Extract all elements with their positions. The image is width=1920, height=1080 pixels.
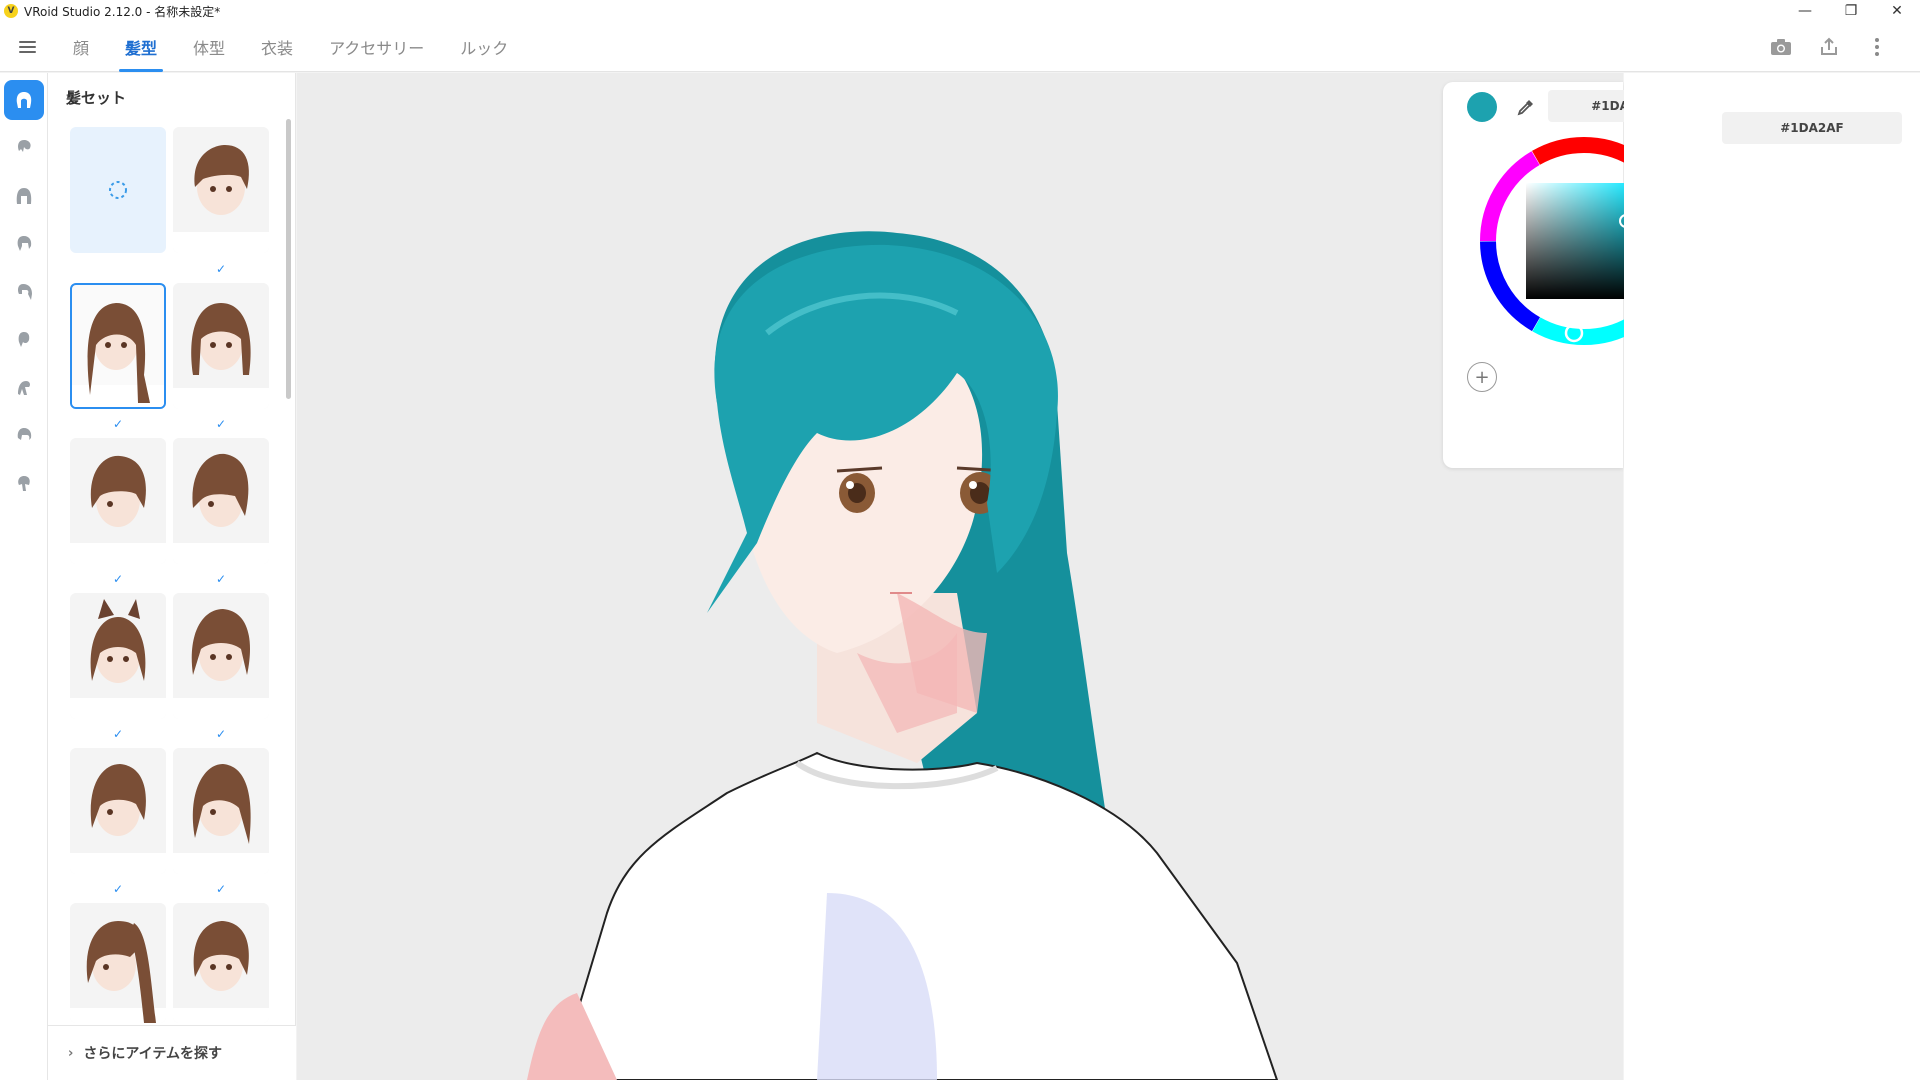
tab-face[interactable]: 顔 — [55, 22, 107, 72]
hair-set-item[interactable] — [173, 283, 269, 409]
side-hair-icon — [17, 236, 32, 251]
hair-set-item[interactable] — [173, 127, 269, 253]
rail-item-hair-set[interactable] — [4, 80, 44, 120]
hair-preview-wavy — [173, 764, 269, 874]
app-logo-icon: V — [4, 4, 18, 18]
owned-check-icon: ✓ — [112, 417, 124, 431]
hair-category-rail — [0, 73, 48, 1080]
title-bar: V VRoid Studio 2.12.0 - 名称未設定* — ❐ ✕ — [0, 0, 1920, 22]
add-color-button[interactable]: + — [1467, 362, 1497, 392]
hair-preview-messy — [70, 455, 166, 564]
owned-check-icon: ✓ — [112, 727, 124, 741]
category-tabs: 顔 髪型 体型 衣装 アクセサリー ルック — [55, 22, 526, 72]
eyedropper-button[interactable] — [1511, 92, 1541, 122]
front-hair-icon — [18, 140, 31, 152]
export-icon — [1821, 37, 1837, 55]
menu-button[interactable] — [0, 22, 55, 72]
hair-tail-icon — [18, 284, 32, 300]
toolbar-right — [1768, 22, 1890, 72]
hair-preview-bob — [173, 303, 269, 409]
find-more-label: さらにアイテムを探す — [83, 1046, 222, 1062]
owned-check-icon: ✓ — [215, 572, 227, 586]
rail-item-hair-base[interactable] — [4, 416, 44, 456]
hair-set-item-selected[interactable] — [70, 283, 166, 409]
hair-preview-ponytail — [70, 921, 166, 1023]
avatar-model — [527, 231, 1279, 1080]
hair-set-item[interactable] — [173, 748, 269, 874]
hair-preview-buns — [70, 599, 166, 719]
tab-outfit[interactable]: 衣装 — [243, 22, 311, 72]
owned-check-icon: ✓ — [215, 882, 227, 896]
current-color-swatch[interactable] — [1467, 92, 1497, 122]
export-button[interactable] — [1816, 34, 1842, 60]
hair-set-item[interactable] — [173, 438, 269, 564]
back-hair-icon — [16, 188, 32, 204]
more-vertical-icon — [1875, 38, 1879, 56]
hair-set-item[interactable] — [70, 438, 166, 564]
minimize-button[interactable]: — — [1782, 0, 1828, 22]
panel-scrollbar[interactable] — [286, 119, 291, 399]
create-new-hair-set[interactable] — [70, 127, 166, 253]
eyedropper-icon — [1517, 100, 1533, 116]
tab-hairstyle[interactable]: 髪型 — [107, 22, 175, 72]
hair-preview-long — [72, 303, 164, 407]
window-title: VRoid Studio 2.12.0 - 名称未設定* — [24, 4, 221, 19]
new-item-spinner-icon — [109, 181, 127, 199]
rail-item-hair-tail[interactable] — [4, 272, 44, 312]
rail-item-hair-color[interactable] — [4, 464, 44, 504]
owned-check-icon: ✓ — [215, 727, 227, 741]
rail-item-ahoge[interactable] — [4, 320, 44, 360]
hair-preview-short — [173, 145, 269, 253]
ahoge-icon — [18, 332, 30, 347]
hair-preview-swept — [173, 453, 269, 564]
window-controls: — ❐ ✕ — [1782, 0, 1920, 22]
hair-set-item[interactable] — [70, 593, 166, 719]
rail-item-side-hair[interactable] — [4, 224, 44, 264]
camera-button[interactable] — [1768, 34, 1794, 60]
model-viewport[interactable] — [297, 73, 1623, 1080]
hair-set-item[interactable] — [70, 903, 166, 1023]
chevron-right-icon: › — [68, 1045, 74, 1061]
hair-color-icon — [18, 476, 30, 491]
right-properties-panel: #1DA2AF — [1624, 73, 1920, 1080]
owned-check-icon: ✓ — [215, 262, 227, 276]
more-button[interactable] — [1864, 34, 1890, 60]
owned-check-icon: ✓ — [112, 572, 124, 586]
owned-check-icon: ✓ — [215, 417, 227, 431]
extra-hair-icon — [18, 381, 30, 395]
hair-set-item[interactable] — [70, 748, 166, 874]
hair-base-icon — [17, 428, 32, 440]
color-picker-popup: #1DA2AF + — [1443, 82, 1698, 468]
close-button[interactable]: ✕ — [1874, 0, 1920, 22]
hair-set-panel: 髪セット ✓ ✓ ✓ ✓ ✓ ✓ ✓ ✓ ✓ › さらにアイテムを探す — [48, 73, 296, 1080]
top-nav: 顔 髪型 体型 衣装 アクセサリー ルック — [0, 22, 1920, 72]
hair-preview-short-bob — [173, 609, 269, 719]
hair-preview-spiky — [70, 764, 166, 874]
rail-item-front-hair[interactable] — [4, 128, 44, 168]
rail-item-extra-hair[interactable] — [4, 368, 44, 408]
camera-icon — [1771, 39, 1791, 55]
hamburger-icon — [19, 40, 36, 53]
find-more-items-button[interactable]: › さらにアイテムを探す — [48, 1025, 296, 1080]
tab-body[interactable]: 体型 — [175, 22, 243, 72]
hair-set-item[interactable] — [173, 903, 269, 1023]
maximize-button[interactable]: ❐ — [1828, 0, 1874, 22]
hair-set-item[interactable] — [173, 593, 269, 719]
hair-set-icon — [16, 92, 32, 108]
owned-check-icon: ✓ — [112, 882, 124, 896]
tab-look[interactable]: ルック — [442, 22, 526, 72]
hair-preview-short-messy — [173, 921, 269, 1023]
rail-item-back-hair[interactable] — [4, 176, 44, 216]
color-hex-field[interactable]: #1DA2AF — [1722, 112, 1902, 144]
tab-accessory[interactable]: アクセサリー — [311, 22, 442, 72]
panel-title: 髪セット — [66, 89, 127, 107]
